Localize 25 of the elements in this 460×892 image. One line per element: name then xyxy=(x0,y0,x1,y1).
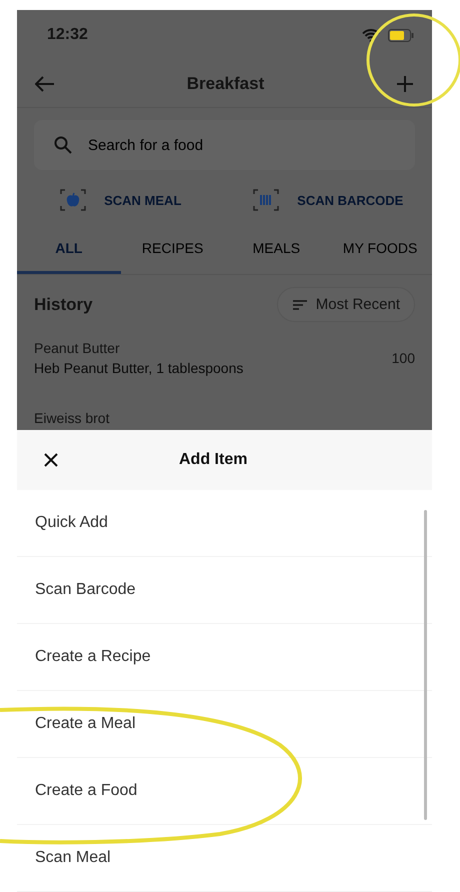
food-name: Peanut Butter xyxy=(34,340,121,356)
sort-button[interactable]: Most Recent xyxy=(276,287,415,322)
scan-meal-button[interactable]: SCAN MEAL xyxy=(17,188,224,212)
category-tab[interactable]: ALL xyxy=(17,224,121,274)
category-tab[interactable]: MEALS xyxy=(224,224,328,274)
food-name: Eiweiss brot xyxy=(34,410,110,426)
search-field[interactable]: Search for a food xyxy=(34,120,415,170)
scan-barcode-button[interactable]: SCAN BARCODE xyxy=(224,188,432,212)
barcode-scan-icon xyxy=(253,189,280,211)
category-tab[interactable]: MY FOODS xyxy=(328,224,432,274)
screen-title: Breakfast xyxy=(186,74,264,94)
food-detail: Heb Peanut Butter, 1 tablespoons xyxy=(34,360,244,376)
menu-item[interactable]: Scan Meal xyxy=(17,825,432,892)
wifi-icon xyxy=(362,28,380,42)
food-calories: 100 xyxy=(392,350,415,366)
battery-icon xyxy=(388,28,414,42)
status-time: 12:32 xyxy=(47,26,89,44)
sheet-title: Add Item xyxy=(179,451,248,469)
close-icon[interactable] xyxy=(43,452,59,468)
apple-scan-icon xyxy=(60,189,86,211)
category-tab[interactable]: RECIPES xyxy=(120,224,224,274)
back-arrow-icon[interactable] xyxy=(35,76,55,92)
add-icon[interactable] xyxy=(396,74,414,92)
history-heading: History xyxy=(34,294,93,314)
sort-icon xyxy=(292,298,308,310)
